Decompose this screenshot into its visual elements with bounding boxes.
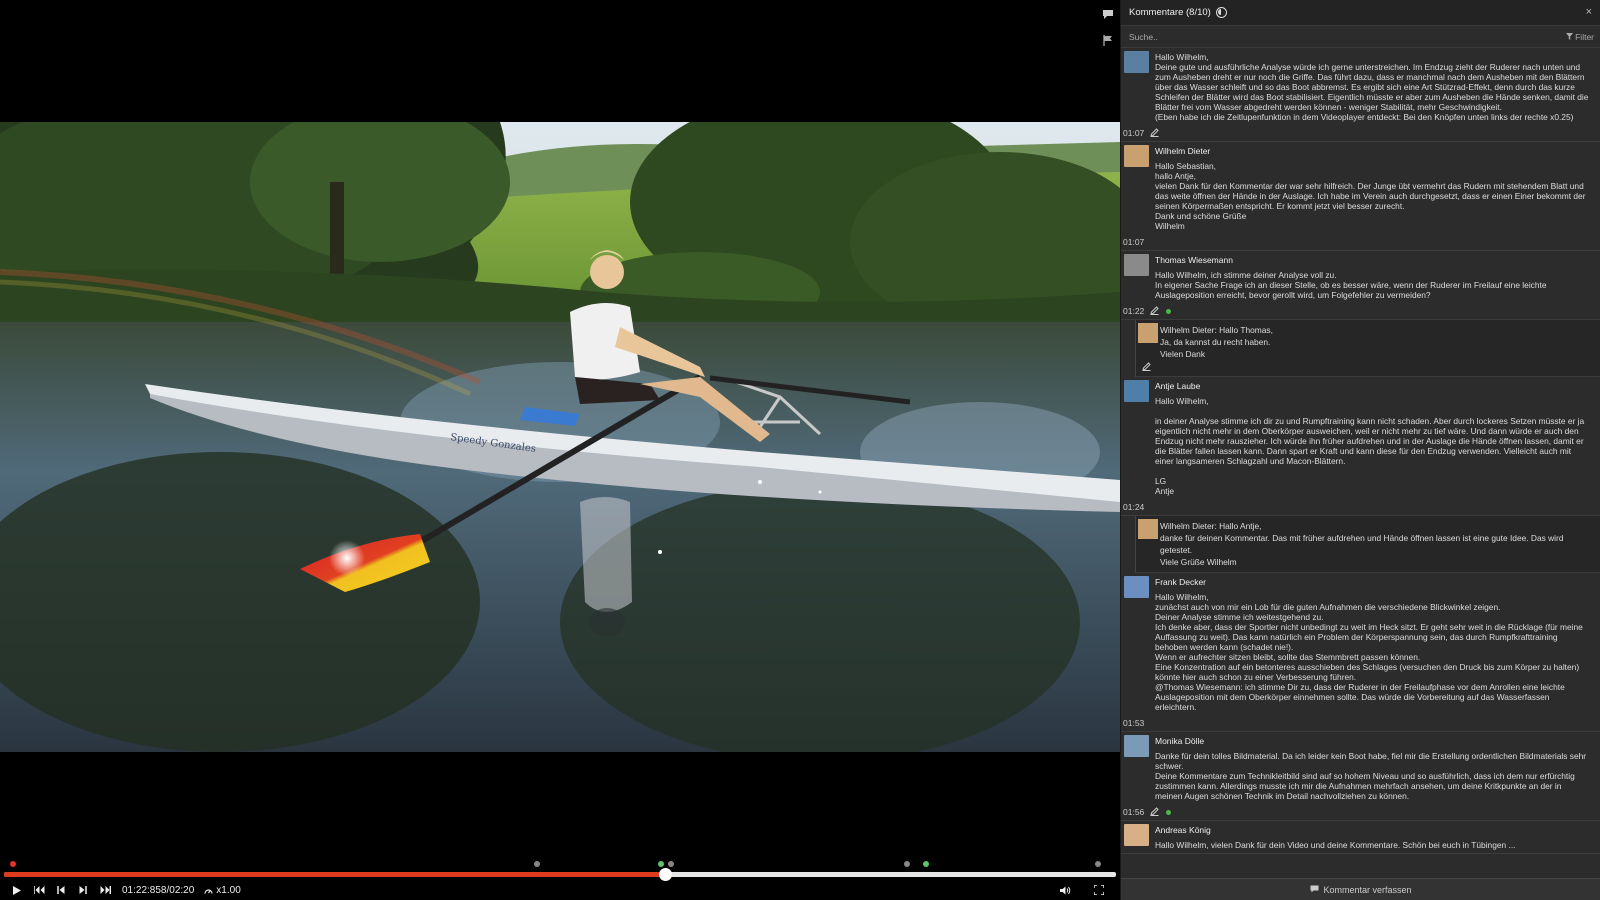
close-icon[interactable]: × (1586, 6, 1592, 18)
comment-body: Hallo Wilhelm, vielen Dank für dein Vide… (1155, 840, 1516, 850)
edit-icon[interactable] (1150, 306, 1160, 316)
player-controls: 01:22:858/02:20 x1.00 (0, 880, 1120, 900)
playback-speed-value: x1.00 (216, 884, 241, 896)
compose-label: Kommentar verfassen (1323, 884, 1412, 895)
comment-body: Danke für dein tolles Bildmaterial. Da i… (1155, 751, 1587, 801)
timeline-marker[interactable] (658, 861, 665, 867)
seek-bar-progress (4, 872, 665, 877)
avatar[interactable] (1124, 380, 1149, 402)
filter-button[interactable]: Filter (1565, 32, 1594, 42)
speed-gauge-icon (204, 888, 213, 894)
reply-body: Wilhelm Dieter: Hallo Thomas, Ja, da kan… (1160, 325, 1273, 359)
skip-back-icon[interactable] (28, 881, 50, 899)
timeline-marker[interactable] (9, 861, 16, 867)
video-side-tools (1100, 8, 1120, 60)
comment-author: Monika Dölle (1155, 736, 1205, 746)
comment-item: Wilhelm Dieter Hallo Sebastian, hallo Ant… (1121, 142, 1600, 251)
comments-title: Kommentare (8/10) (1129, 7, 1211, 18)
edit-icon[interactable] (1142, 362, 1152, 372)
timeline-marker[interactable] (533, 861, 540, 867)
comment-body: Hallo Wilhelm, in deiner Analyse stimme … (1155, 396, 1585, 496)
rowing-video-still: Speedy Gonzales (0, 122, 1120, 752)
timeline-marker[interactable] (903, 861, 910, 867)
comment-item: Andreas König Hallo Wilhelm, vielen Dank … (1121, 821, 1600, 854)
search-bar: Filter (1121, 26, 1600, 48)
frame-back-icon[interactable] (50, 881, 72, 899)
speech-bubble-icon (1310, 885, 1319, 895)
comment-meta: 01:07 (1123, 128, 1591, 138)
comment-meta: 01:24 (1123, 502, 1591, 512)
comment-author: Wilhelm Dieter (1155, 146, 1211, 156)
status-dot (1166, 308, 1172, 314)
reply-item: Wilhelm Dieter: Hallo Thomas, Ja, da kan… (1135, 320, 1600, 377)
avatar[interactable] (1138, 323, 1158, 343)
comments-toggle-icon[interactable] (1100, 8, 1116, 24)
filter-label: Filter (1575, 32, 1594, 42)
comments-list: Hallo Wilhelm, Deine gute und ausführlic… (1121, 48, 1600, 878)
seek-bar[interactable] (4, 868, 1116, 881)
comment-meta: 01:07 (1123, 237, 1591, 247)
avatar[interactable] (1124, 576, 1149, 598)
comment-meta: 01:22 (1123, 306, 1591, 316)
reply-body: Wilhelm Dieter: Hallo Antje, danke für d… (1160, 521, 1564, 567)
reply-meta (1142, 362, 1591, 372)
avatar[interactable] (1124, 145, 1149, 167)
fullscreen-icon[interactable] (1088, 881, 1110, 899)
comment-item: Monika Dölle Danke für dein tolles Bildma… (1121, 732, 1600, 821)
play-icon[interactable] (6, 881, 28, 899)
frame-forward-icon[interactable] (72, 881, 94, 899)
avatar[interactable] (1138, 519, 1158, 539)
comment-timestamp[interactable]: 01:22 (1123, 306, 1144, 316)
avatar[interactable] (1124, 51, 1149, 73)
timeline-marker[interactable] (1095, 861, 1102, 867)
timeline-marker[interactable] (668, 861, 675, 867)
comment-author: Frank Decker (1155, 577, 1207, 587)
status-dot (1166, 809, 1172, 815)
comment-author: Andreas König (1155, 825, 1211, 835)
comment-timestamp[interactable]: 01:07 (1123, 237, 1144, 247)
edit-icon[interactable] (1150, 807, 1160, 817)
search-input[interactable] (1129, 31, 1509, 42)
avatar[interactable] (1124, 254, 1149, 276)
comment-body: Hallo Wilhelm, zunächst auch von mir ein… (1155, 592, 1583, 712)
comment-author: Thomas Wiesemann (1155, 255, 1233, 265)
comments-panel: Kommentare (8/10) × Filter Hallo Wilhelm… (1120, 0, 1600, 900)
comment-item: Frank Decker Hallo Wilhelm, zunächst auch… (1121, 573, 1600, 732)
comment-item: Antje Laube Hallo Wilhelm, in deiner Anal… (1121, 377, 1600, 516)
comment-meta: 01:53 (1123, 718, 1591, 728)
flag-icon[interactable] (1100, 34, 1116, 50)
avatar[interactable] (1124, 824, 1149, 846)
comment-item: Hallo Wilhelm, Deine gute und ausführlic… (1121, 48, 1600, 142)
visibility-toggle-icon[interactable] (1215, 7, 1227, 18)
reply-item: Wilhelm Dieter: Hallo Antje, danke für d… (1135, 516, 1600, 573)
comment-body: Hallo Sebastian, hallo Antje, vielen Dan… (1155, 161, 1586, 231)
comment-author: Antje Laube (1155, 381, 1201, 391)
comments-header: Kommentare (8/10) × (1121, 0, 1600, 26)
comment-body: Hallo Wilhelm, Deine gute und ausführlic… (1155, 52, 1589, 122)
volume-icon[interactable] (1054, 881, 1076, 899)
comment-timestamp[interactable]: 01:07 (1123, 128, 1144, 138)
time-readout: 01:22:858/02:20 (122, 884, 195, 896)
video-player[interactable]: Speedy Gonzales 01:22:858/02:20 x1.00 (0, 0, 1120, 900)
playback-speed[interactable]: x1.00 (204, 884, 241, 896)
comment-item: Thomas Wiesemann Hallo Wilhelm, ich stimm… (1121, 251, 1600, 320)
compose-comment-button[interactable]: Kommentar verfassen (1121, 878, 1600, 900)
avatar[interactable] (1124, 735, 1149, 757)
video-frame[interactable]: Speedy Gonzales (0, 122, 1120, 752)
skip-forward-icon[interactable] (94, 881, 116, 899)
comment-timestamp[interactable]: 01:24 (1123, 502, 1144, 512)
timeline-marker[interactable] (922, 861, 929, 867)
edit-icon[interactable] (1150, 128, 1160, 138)
filter-icon (1565, 33, 1573, 40)
comment-body: Hallo Wilhelm, ich stimme deiner Analyse… (1155, 270, 1547, 300)
comment-meta: 01:56 (1123, 807, 1591, 817)
comment-timestamp[interactable]: 01:53 (1123, 718, 1144, 728)
comment-markers (0, 858, 1120, 868)
comment-timestamp[interactable]: 01:56 (1123, 807, 1144, 817)
